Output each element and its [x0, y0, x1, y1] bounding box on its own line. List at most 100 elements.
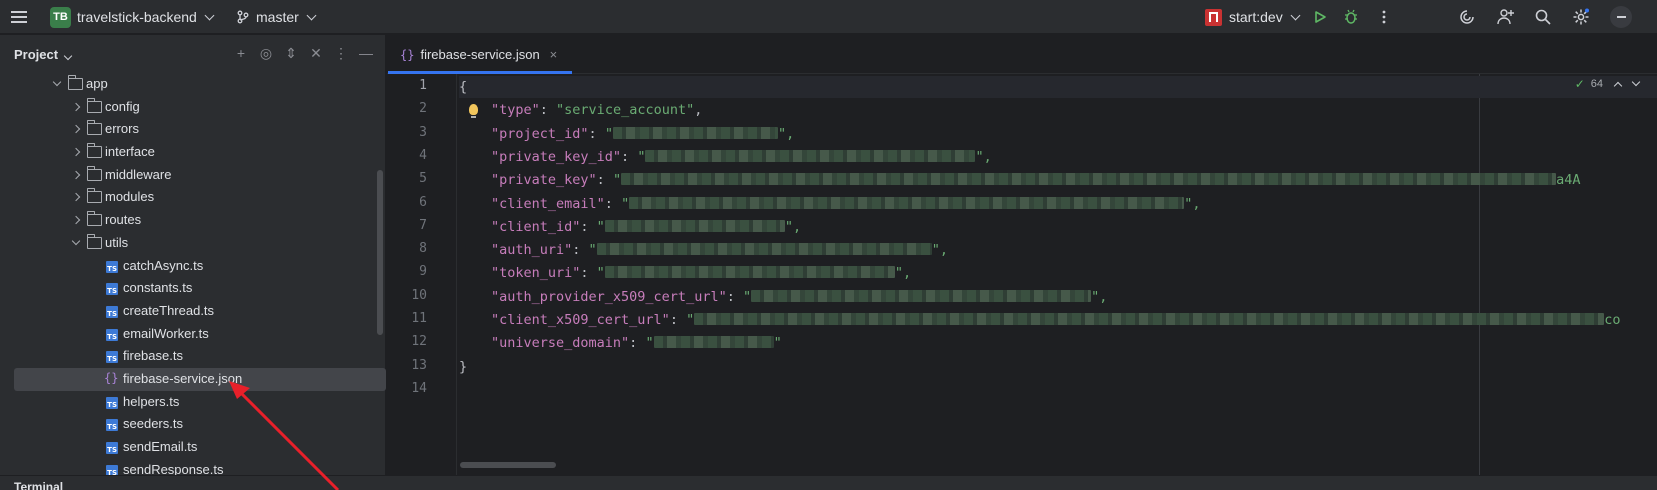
- folder-icon: [67, 75, 83, 90]
- editor-tab-firebase-service-json[interactable]: {} firebase-service.json ×: [387, 35, 572, 74]
- inspection-widget[interactable]: ✓ 64: [1575, 77, 1641, 91]
- json-punctuation: ",: [784, 218, 802, 235]
- project-badge: TB: [50, 6, 71, 28]
- options-menu-icon[interactable]: ⋮: [333, 44, 349, 62]
- json-punctuation: ",: [894, 265, 912, 282]
- tree-item-label: errors: [105, 121, 139, 137]
- expand-all-icon[interactable]: ⇕: [283, 44, 299, 62]
- tree-file-catchasync-ts[interactable]: TS catchAsync.ts: [0, 255, 386, 278]
- locate-file-icon[interactable]: ◎: [258, 44, 274, 62]
- json-key: "project_id": [491, 125, 589, 142]
- json-key: "type": [491, 102, 540, 119]
- code-editor[interactable]: {"type": "service_account", "project_id":…: [459, 74, 1657, 475]
- chevron-down-icon[interactable]: [52, 77, 62, 87]
- main-menu-icon[interactable]: [11, 0, 29, 34]
- terminal-tool-window-header[interactable]: Terminal: [0, 475, 1657, 490]
- tree-folder-utils[interactable]: utils: [0, 232, 386, 255]
- folder-icon: [86, 97, 102, 113]
- line-number: 14: [411, 380, 427, 396]
- tree-file-firebase-service-json[interactable]: {} firebase-service.json: [14, 367, 386, 391]
- line-number: 11: [411, 311, 427, 326]
- folder-icon: [86, 233, 102, 249]
- intention-bulb-icon[interactable]: [469, 104, 478, 119]
- json-key: "auth_uri": [491, 242, 573, 259]
- tree-file-emailworker-ts[interactable]: TS emailWorker.ts: [0, 323, 386, 346]
- tree-file-constants-ts[interactable]: TS constants.ts: [0, 277, 386, 300]
- tree-item-label: modules: [105, 189, 155, 205]
- inspection-count: 64: [1590, 78, 1603, 90]
- ai-assistant-button[interactable]: [1455, 0, 1479, 34]
- tree-folder-routes[interactable]: routes: [0, 209, 386, 232]
- collapse-all-icon[interactable]: ✕: [308, 44, 324, 62]
- minimize-window-button[interactable]: [1609, 0, 1633, 34]
- tree-folder-app[interactable]: app: [0, 73, 386, 96]
- debug-button[interactable]: [1339, 0, 1363, 34]
- close-tab-icon[interactable]: ×: [550, 47, 558, 62]
- json-brace: }: [459, 358, 468, 375]
- json-key: "client_id": [491, 218, 581, 235]
- line-number: 7: [419, 217, 427, 233]
- code-line: }: [459, 356, 467, 378]
- tree-folder-config[interactable]: config: [0, 96, 386, 119]
- settings-button[interactable]: [1569, 0, 1593, 34]
- line-number: 1: [419, 78, 427, 93]
- chevron-down-icon: [204, 10, 215, 20]
- chevron-down-icon: [306, 10, 317, 20]
- search-everywhere-button[interactable]: [1531, 0, 1555, 34]
- json-key: "client_x509_cert_url": [491, 312, 670, 328]
- project-name-widget[interactable]: travelstick-backend: [77, 0, 215, 34]
- code-line: "project_id": " ",: [491, 125, 795, 142]
- more-vertical-icon: [1382, 10, 1386, 24]
- add-user-icon: [1497, 9, 1514, 25]
- json-string-quote: ": [742, 288, 752, 305]
- tree-file-createthread-ts[interactable]: TS createThread.ts: [0, 300, 386, 323]
- tree-file-firebase-ts[interactable]: TS firebase.ts: [0, 345, 386, 368]
- chevron-right-icon[interactable]: [71, 147, 81, 157]
- branch-icon: [237, 10, 249, 24]
- typescript-file-icon: TS: [106, 283, 118, 296]
- tree-file-seeders-ts[interactable]: TS seeders.ts: [0, 413, 386, 436]
- json-string-quote: ": [588, 242, 597, 259]
- json-brace: {: [459, 79, 468, 95]
- code-line: "auth_provider_x509_cert_url": " ",: [491, 288, 1108, 305]
- tree-folder-middleware[interactable]: middleware: [0, 164, 386, 187]
- redacted-value: [645, 149, 976, 162]
- chevron-right-icon[interactable]: [71, 215, 81, 225]
- json-string-quote: ": [686, 312, 695, 328]
- chevron-right-icon[interactable]: [71, 125, 81, 134]
- chevron-right-icon[interactable]: [71, 170, 81, 179]
- json-punctuation: ",: [931, 242, 948, 259]
- chevron-right-icon[interactable]: [71, 102, 81, 111]
- run-button[interactable]: [1308, 0, 1332, 34]
- tree-folder-errors[interactable]: errors: [0, 118, 386, 141]
- branch-name: master: [256, 9, 299, 25]
- code-line: "token_uri": " ",: [491, 265, 912, 282]
- tree-file-sendemail-ts[interactable]: TS sendEmail.ts: [0, 436, 386, 459]
- project-tree-scrollbar[interactable]: [377, 170, 383, 335]
- add-icon[interactable]: +: [233, 44, 249, 62]
- chevron-up-icon[interactable]: [1613, 81, 1623, 90]
- hide-panel-icon[interactable]: —: [358, 44, 374, 62]
- redacted-value: [621, 173, 1557, 186]
- typescript-file-icon: TS: [106, 260, 118, 273]
- line-number: 10: [411, 287, 427, 303]
- tree-folder-modules[interactable]: modules: [0, 186, 386, 209]
- tree-file-helpers-ts[interactable]: TS helpers.ts: [0, 391, 386, 414]
- editor-horizontal-scrollbar[interactable]: [460, 462, 556, 468]
- run-configuration-selector[interactable]: start:dev: [1205, 0, 1301, 34]
- chevron-right-icon[interactable]: [71, 193, 81, 202]
- redacted-value: [629, 196, 1185, 209]
- vcs-branch-widget[interactable]: master: [236, 0, 317, 34]
- project-switcher[interactable]: TB: [50, 0, 71, 34]
- code-with-me-button[interactable]: [1494, 0, 1518, 34]
- code-line: "client_x509_cert_url": " co: [491, 312, 1621, 328]
- redacted-value: [751, 289, 1092, 302]
- project-tree: app config errors interface middleware module…: [0, 73, 386, 481]
- project-view-selector[interactable]: Project: [14, 47, 73, 62]
- code-line: {: [459, 76, 1657, 98]
- chevron-down-icon[interactable]: [71, 236, 81, 246]
- chevron-down-icon[interactable]: [1631, 77, 1641, 87]
- tree-item-label: firebase-service.json: [123, 370, 243, 386]
- tree-folder-interface[interactable]: interface: [0, 141, 386, 164]
- more-actions-button[interactable]: [1372, 0, 1396, 34]
